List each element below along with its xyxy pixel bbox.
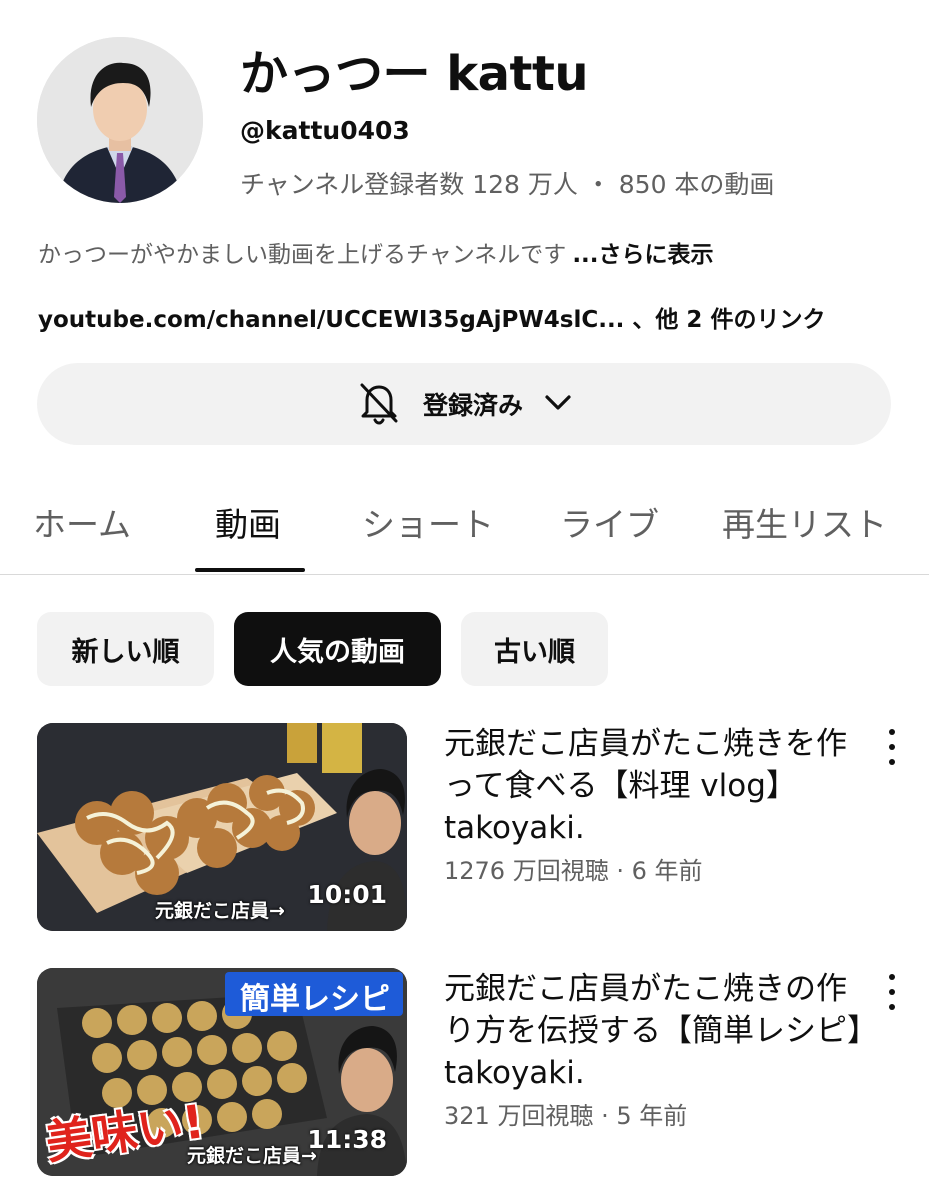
thumbnail-banner: 簡単レシピ <box>240 982 390 1017</box>
video-item[interactable]: 元銀だこ店員→ 10:01 元銀だこ店員がたこ焼きを作って食べる【料理 vlog… <box>0 723 929 933</box>
channel-links[interactable]: youtube.com/channel/UCCEWI35gAjPW4slC...… <box>38 300 825 334</box>
video-item[interactable]: 簡単レシピ 美味い! 元銀だこ店員→ 11:38 元銀だこ店員がたこ焼きの作り方… <box>0 968 929 1178</box>
channel-name: かっつー kattu <box>240 46 589 102</box>
description-text: かっつーがやかましい動画を上げるチャンネルです <box>38 242 567 268</box>
channel-stats: チャンネル登録者数 128 万人 ・ 850 本の動画 <box>240 170 775 199</box>
video-meta: 1276 万回視聴 · 6 年前 <box>444 857 703 885</box>
thumbnail-caption: 元銀だこ店員→ <box>187 1145 317 1167</box>
chip-oldest[interactable]: 古い順 <box>461 612 608 686</box>
channel-avatar[interactable] <box>37 37 203 203</box>
channel-handle: @kattu0403 <box>240 116 410 145</box>
video-thumbnail[interactable]: 元銀だこ店員→ 10:01 <box>37 723 407 931</box>
tab-shorts[interactable]: ショート <box>362 498 494 546</box>
subscribed-button[interactable]: 登録済み <box>37 363 891 445</box>
video-thumbnail[interactable]: 簡単レシピ 美味い! 元銀だこ店員→ 11:38 <box>37 968 407 1176</box>
tab-home[interactable]: ホーム <box>33 498 131 546</box>
chip-newest[interactable]: 新しい順 <box>37 612 214 686</box>
chevron-down-icon <box>541 385 575 423</box>
video-title[interactable]: 元銀だこ店員がたこ焼きを作って食べる【料理 vlog】takoyaki. <box>444 723 864 849</box>
video-duration: 10:01 <box>307 880 387 909</box>
tab-videos[interactable]: 動画 <box>215 498 281 546</box>
channel-description[interactable]: かっつーがやかましい動画を上げるチャンネルです ...さらに表示 <box>38 235 714 269</box>
tab-playlists[interactable]: 再生リスト <box>722 498 887 546</box>
show-more-link[interactable]: ...さらに表示 <box>572 242 713 268</box>
video-title[interactable]: 元銀だこ店員がたこ焼きの作り方を伝授する【簡単レシピ】takoyaki. <box>444 968 864 1094</box>
channel-tabs: ホーム 動画 ショート ライブ 再生リスト <box>0 470 929 575</box>
more-options-icon[interactable] <box>880 974 904 1010</box>
video-meta: 321 万回視聴 · 5 年前 <box>444 1102 688 1130</box>
bell-off-icon <box>353 376 405 432</box>
thumbnail-caption: 元銀だこ店員→ <box>155 900 285 922</box>
active-tab-indicator <box>195 568 305 572</box>
chip-popular[interactable]: 人気の動画 <box>234 612 441 686</box>
subscribed-label: 登録済み <box>422 391 523 420</box>
tab-live[interactable]: ライブ <box>560 498 659 546</box>
more-options-icon[interactable] <box>880 729 904 765</box>
video-duration: 11:38 <box>307 1125 387 1154</box>
